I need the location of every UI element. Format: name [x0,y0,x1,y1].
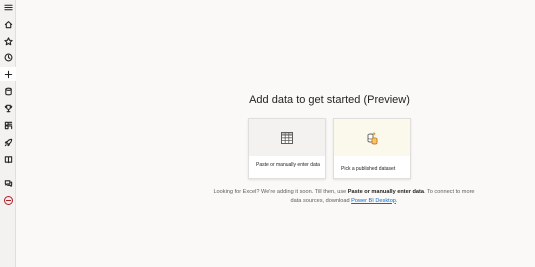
cylinder-icon[interactable] [0,84,16,98]
card-label: Pick a published dataset [341,166,396,172]
rocket-icon[interactable] [0,135,16,149]
trophy-icon[interactable] [0,101,16,115]
footer-text: Looking for Excel? We're adding it soon.… [213,189,348,195]
card-illustration [334,119,410,156]
app-window: Add data to get started (Preview) Paste … [0,0,535,267]
avatar [3,195,13,205]
paste-data-card[interactable]: Paste or manually enter data [248,118,326,179]
avatar-icon[interactable] [0,193,16,207]
menu-icon[interactable] [0,0,16,14]
book-icon[interactable] [0,152,16,166]
plus-icon[interactable] [0,67,16,81]
footer-strong-text: Paste or manually enter data [347,189,424,195]
home-icon[interactable] [0,17,16,31]
chat-icon[interactable] [0,176,16,190]
main-content: Add data to get started (Preview) Paste … [16,0,535,267]
footer-text: . [395,197,398,204]
published-dataset-card[interactable]: Pick a published dataset [333,118,411,179]
apps-icon[interactable] [0,118,16,132]
table-icon [281,131,293,144]
card-label: Paste or manually enter data [256,162,320,168]
power-bi-desktop-link[interactable]: Power BI Desktop [351,198,396,204]
star-icon[interactable] [0,34,16,48]
clock-icon[interactable] [0,50,16,64]
left-navigation-rail [0,0,16,267]
card-illustration [249,119,325,156]
page-title: Add data to get started (Preview) [249,94,410,106]
footer-note: Looking for Excel? We're adding it soon.… [212,188,476,205]
dataset-icon [367,131,378,144]
